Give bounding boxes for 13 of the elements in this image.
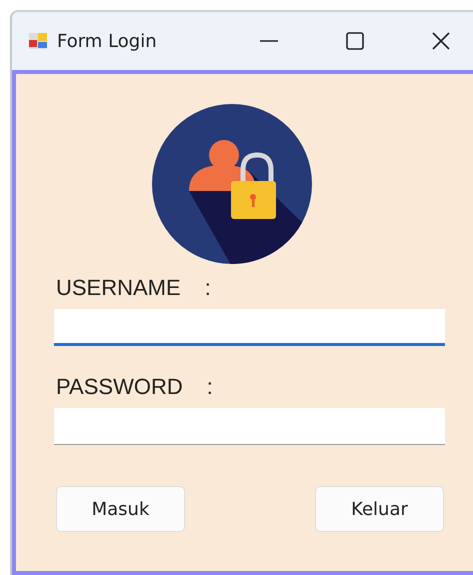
input-field[interactable] bbox=[54, 309, 445, 346]
action-button[interactable]: Keluar bbox=[315, 486, 444, 532]
field-label: PASSWORD bbox=[56, 374, 183, 400]
field-label: USERNAME bbox=[56, 275, 181, 301]
maximize-icon[interactable] bbox=[345, 31, 365, 51]
label-colon: : bbox=[206, 374, 213, 400]
close-icon[interactable] bbox=[431, 31, 451, 51]
action-button[interactable]: Masuk bbox=[56, 486, 185, 532]
input-field[interactable] bbox=[54, 408, 445, 445]
label-colon: : bbox=[204, 275, 211, 301]
app-icon bbox=[28, 31, 48, 51]
window-title: Form Login bbox=[57, 30, 157, 52]
user-lock-icon bbox=[150, 103, 312, 265]
